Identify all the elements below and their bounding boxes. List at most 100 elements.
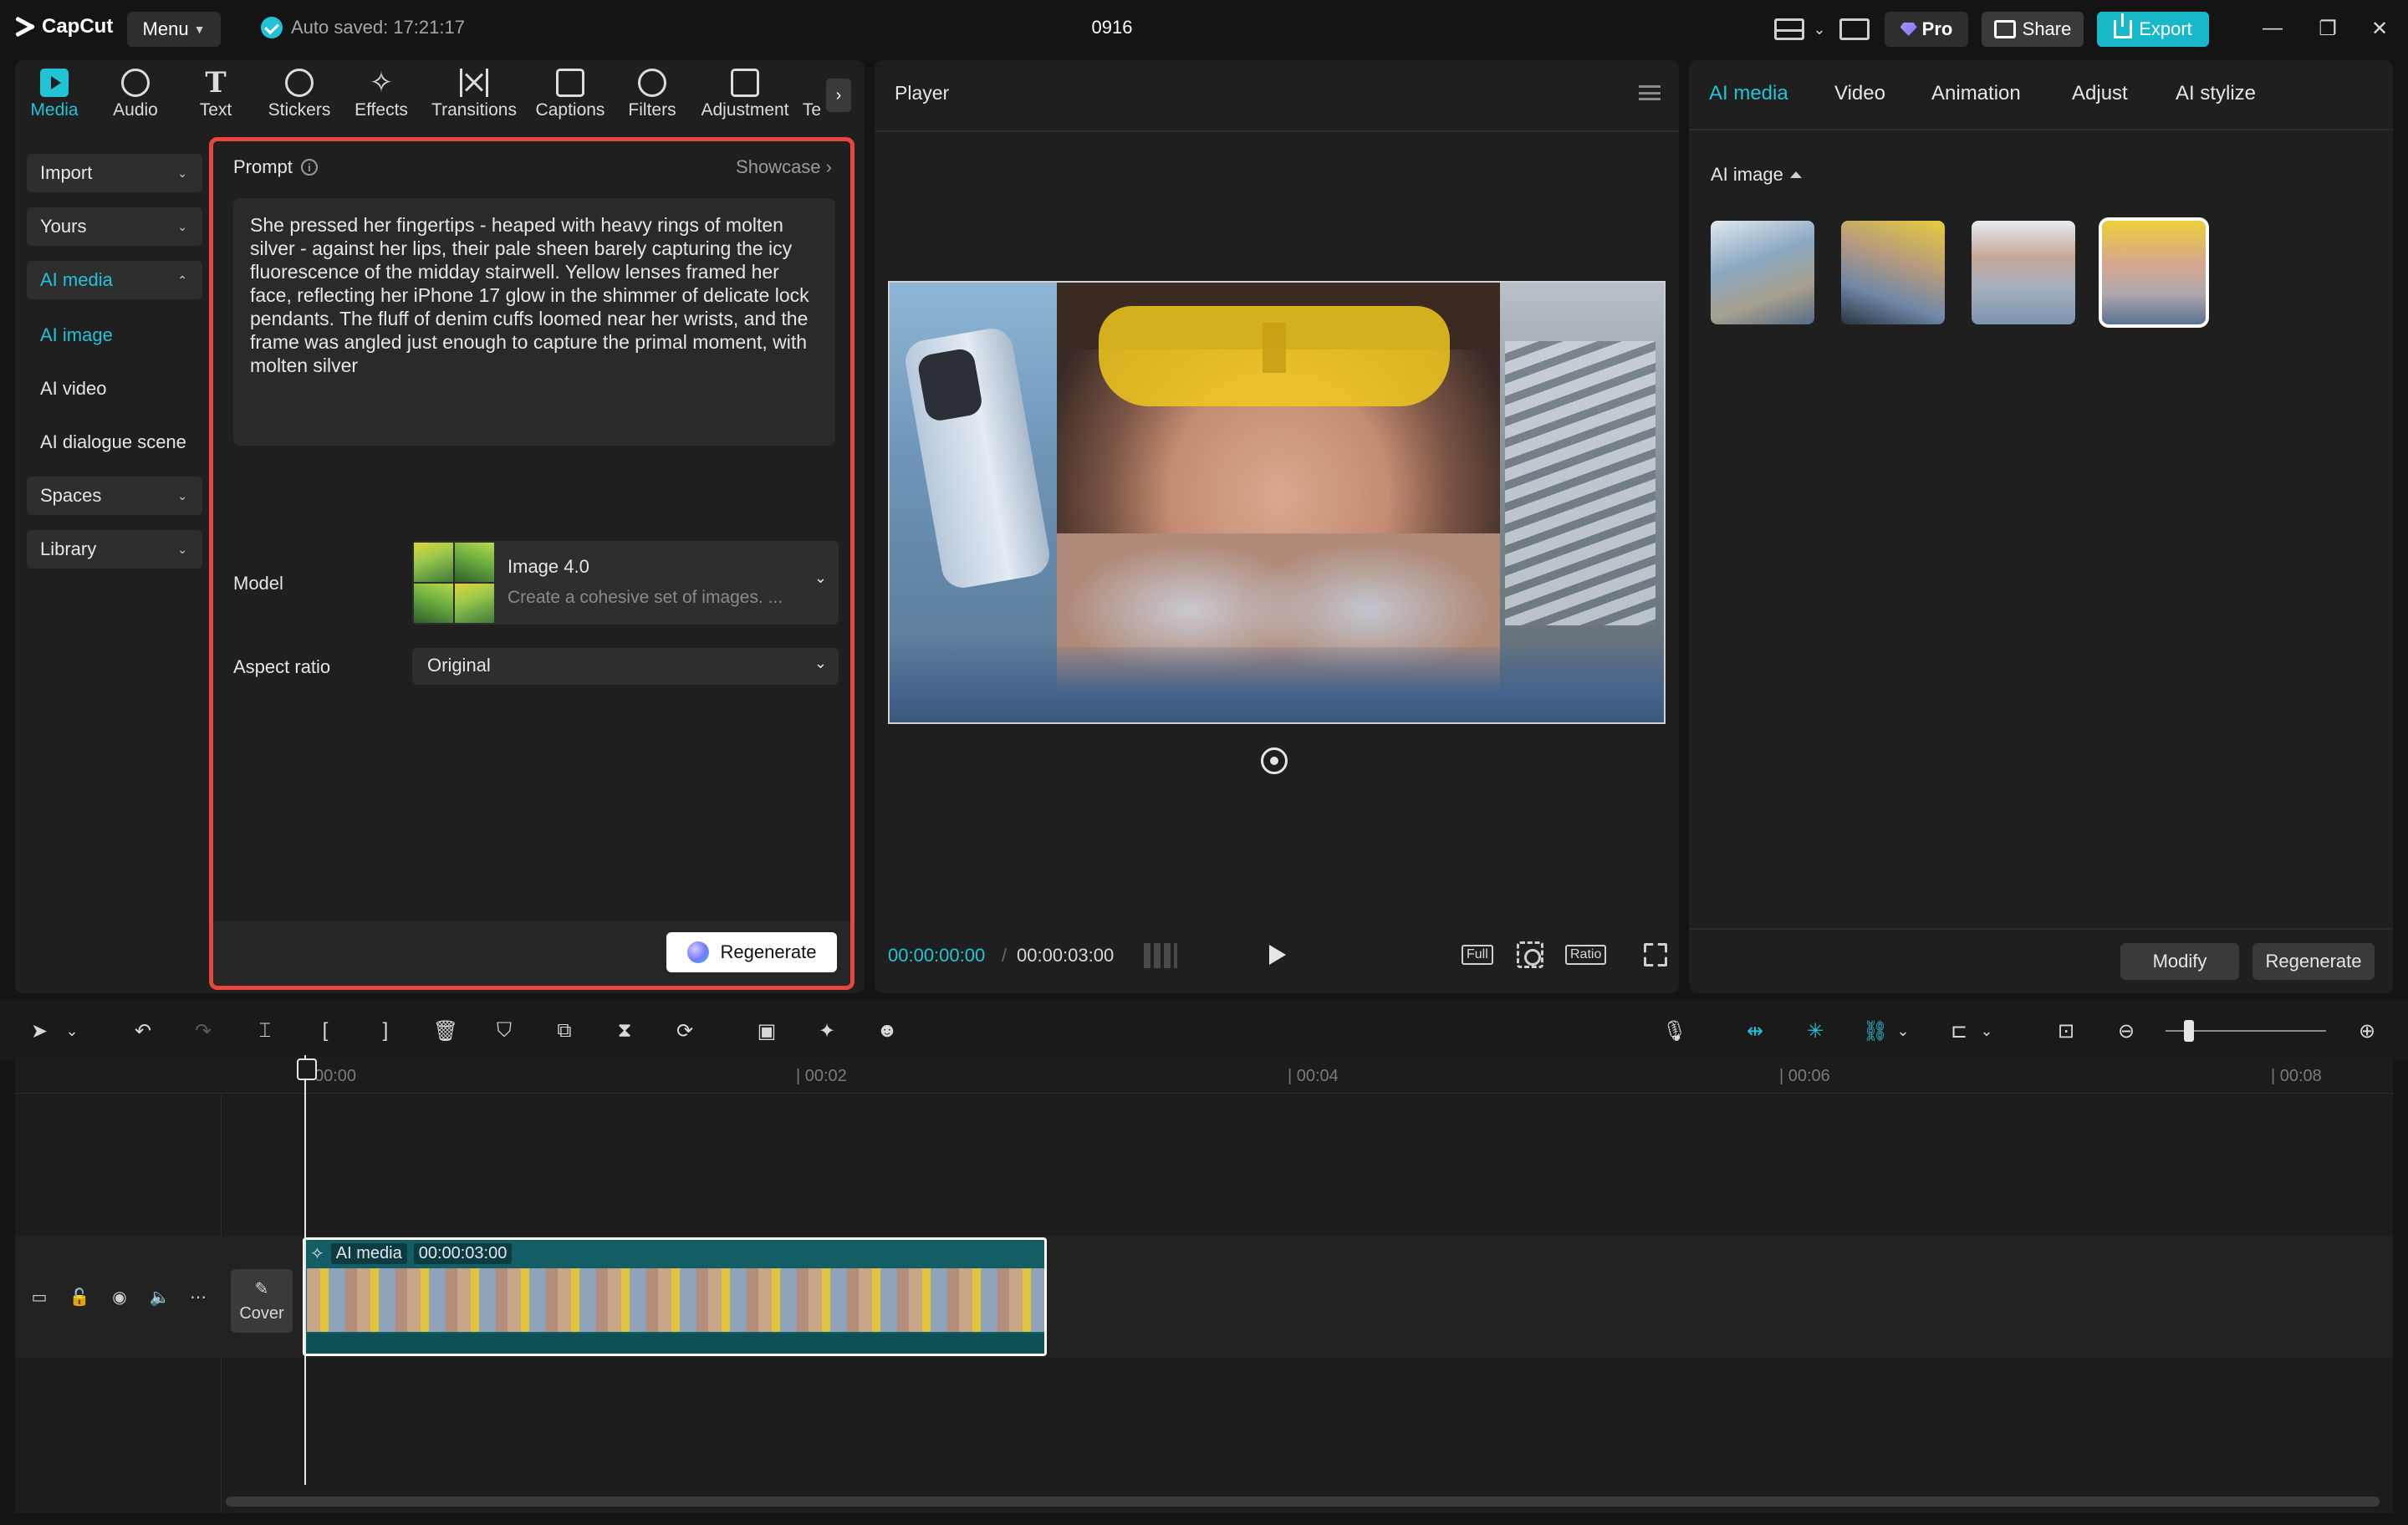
redo-icon[interactable]: ↷	[187, 1015, 219, 1047]
trim-left-icon[interactable]: [	[309, 1015, 341, 1047]
generated-image-thumb-4[interactable]	[2099, 217, 2209, 328]
share-button[interactable]: Share	[1982, 12, 2084, 47]
generated-image-thumb-3[interactable]	[1972, 221, 2075, 324]
auto-snap-icon[interactable]: ✳	[1799, 1015, 1831, 1047]
undo-icon[interactable]: ↶	[127, 1015, 159, 1047]
timeline-scrollbar[interactable]	[226, 1497, 2380, 1507]
hd-icon[interactable]: ▣	[751, 1015, 783, 1047]
nav-ai-image[interactable]: AI image	[40, 324, 113, 346]
fullscreen-button[interactable]	[1642, 941, 1669, 968]
tab-audio[interactable]: Audio	[109, 69, 162, 127]
tab-animation[interactable]: Animation	[1931, 82, 2021, 105]
nav-library[interactable]: Library ⌄	[27, 530, 202, 569]
fit-timeline-icon[interactable]: ⊡	[2050, 1015, 2082, 1047]
generated-image-thumb-2[interactable]	[1841, 221, 1945, 324]
eye-icon[interactable]: ◉	[109, 1286, 130, 1308]
modify-button[interactable]: Modify	[2120, 943, 2239, 980]
tabs-next-button[interactable]: ›	[826, 79, 851, 112]
preview-canvas[interactable]	[888, 281, 1666, 724]
playhead[interactable]	[297, 1055, 317, 1485]
cover-button[interactable]: ✎ Cover	[231, 1269, 293, 1333]
nav-spaces[interactable]: Spaces ⌄	[27, 477, 202, 515]
zoom-in-icon[interactable]: ⊕	[2351, 1015, 2383, 1047]
nav-import[interactable]: Import ⌄	[27, 154, 202, 192]
chevron-down-icon[interactable]: ⌄	[1895, 1015, 1911, 1047]
tab-stickers[interactable]: Stickers	[266, 69, 333, 127]
split-icon[interactable]: ⌶	[249, 1015, 281, 1047]
prompt-textarea[interactable]: She pressed her fingertips - heaped with…	[233, 198, 835, 446]
more-icon[interactable]: ⋯	[187, 1286, 209, 1308]
tab-filters[interactable]: Filters	[625, 69, 679, 127]
restore-button[interactable]: ❐	[2311, 12, 2344, 45]
lock-icon[interactable]: 🔓	[69, 1286, 90, 1308]
layout-button[interactable]	[1771, 12, 1808, 47]
tab-media[interactable]: Media	[27, 69, 82, 127]
tab-captions[interactable]: Captions	[532, 69, 609, 127]
focus-button[interactable]	[1515, 941, 1545, 968]
mirror-icon[interactable]: ⧗	[609, 1015, 640, 1047]
tab-ai-stylize[interactable]: AI stylize	[2176, 82, 2256, 105]
media-panel: Media Audio T Text Stickers ✧ Effects Tr…	[15, 60, 865, 993]
close-button[interactable]: ✕	[2363, 12, 2396, 45]
info-icon[interactable]: i	[300, 159, 318, 176]
export-button[interactable]: Export	[2097, 12, 2209, 47]
magic-wand-icon[interactable]: ✦	[811, 1015, 843, 1047]
chevron-down-icon[interactable]: ⌄	[64, 1015, 80, 1047]
regenerate-image-button[interactable]: Regenerate	[2252, 943, 2375, 980]
ai-image-section-toggle[interactable]: AI image	[1711, 164, 1802, 186]
shortcuts-button[interactable]	[1836, 12, 1873, 47]
rotate-icon[interactable]	[1261, 747, 1288, 774]
chevron-down-icon: ⌄	[814, 569, 827, 586]
nav-ai-dialogue-scene[interactable]: AI dialogue scene	[40, 431, 186, 453]
full-quality-button[interactable]: Full	[1462, 945, 1493, 965]
layout-chevron-icon[interactable]: ⌄	[1811, 12, 1828, 47]
model-select[interactable]: Image 4.0 Create a cohesive set of image…	[412, 541, 839, 625]
chevron-down-icon[interactable]: ⌄	[1978, 1015, 1995, 1047]
regenerate-button[interactable]: Regenerate	[666, 932, 837, 972]
project-title[interactable]: 0916	[1079, 17, 1145, 38]
export-icon	[2114, 13, 2133, 38]
link-icon[interactable]: ⛓	[1860, 1015, 1891, 1047]
ratio-button[interactable]: Ratio	[1565, 945, 1607, 965]
delete-icon[interactable]: 🗑	[430, 1015, 462, 1047]
pro-button[interactable]: Pro	[1885, 12, 1968, 47]
tab-effects[interactable]: ✧ Effects	[353, 69, 410, 127]
nav-ai-video[interactable]: AI video	[40, 378, 107, 400]
minimize-button[interactable]: —	[2256, 12, 2289, 45]
volume-icon[interactable]: 🔈	[149, 1286, 171, 1308]
zoom-out-icon[interactable]: ⊖	[2110, 1015, 2142, 1047]
generated-image-thumb-1[interactable]	[1711, 221, 1814, 324]
rotate-clip-icon[interactable]: ⟳	[669, 1015, 701, 1047]
ai-media-clip[interactable]: ✧ AI media 00:00:03:00	[303, 1237, 1047, 1356]
preview-axis-icon[interactable]: ⊏	[1943, 1015, 1975, 1047]
marker-icon[interactable]: ⛉	[488, 1015, 520, 1047]
tab-templates[interactable]: Te	[803, 69, 821, 127]
tab-stickers-label: Stickers	[268, 100, 331, 120]
aspect-ratio-select[interactable]: Original ⌄	[412, 648, 839, 685]
tab-video[interactable]: Video	[1834, 82, 1885, 105]
clip-duration: 00:00:03:00	[413, 1243, 513, 1264]
timeline: 00:00 | 00:02 | 00:04 | 00:06 | 00:08 ▭ …	[15, 1055, 2393, 1513]
nav-yours[interactable]: Yours ⌄	[27, 207, 202, 246]
crop-icon[interactable]: ⧉	[548, 1015, 580, 1047]
menu-button[interactable]: Menu ▼	[127, 12, 221, 47]
tab-ai-media[interactable]: AI media	[1709, 82, 1788, 105]
select-tool-icon[interactable]: ➤	[23, 1015, 55, 1047]
nav-ai-media[interactable]: AI media ⌃	[27, 261, 202, 299]
media-icon	[40, 69, 69, 97]
main-track-magnet-icon[interactable]: ⇹	[1739, 1015, 1771, 1047]
tab-adjustment[interactable]: Adjustment	[699, 69, 791, 127]
showcase-link[interactable]: Showcase ›	[736, 156, 832, 178]
tab-adjust[interactable]: Adjust	[2072, 82, 2128, 105]
menu-icon[interactable]	[1639, 85, 1661, 100]
clip-audio-strip	[307, 1334, 1044, 1354]
microphone-icon[interactable]: 🎙	[1659, 1015, 1691, 1047]
tab-transitions[interactable]: Transitions	[430, 69, 518, 127]
zoom-slider-handle[interactable]	[2184, 1020, 2194, 1042]
transitions-icon	[460, 69, 488, 97]
play-icon[interactable]	[1269, 945, 1286, 965]
trim-right-icon[interactable]: ]	[370, 1015, 401, 1047]
time-ruler[interactable]: 00:00 | 00:02 | 00:04 | 00:06 | 00:08	[15, 1055, 2393, 1094]
tab-text[interactable]: T Text	[191, 69, 241, 127]
person-sparkle-icon[interactable]: ☻	[871, 1015, 903, 1047]
